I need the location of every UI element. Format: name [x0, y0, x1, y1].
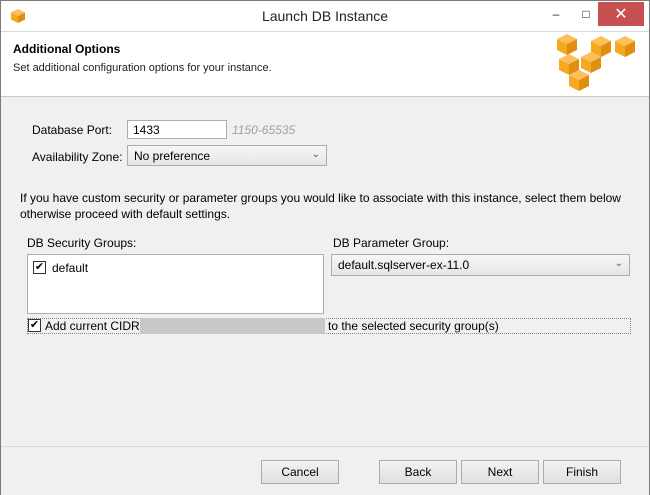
title-bar: Launch DB Instance – □ ✕: [1, 1, 649, 31]
add-cidr-checkbox[interactable]: ✔: [28, 319, 41, 332]
page-title: Additional Options: [13, 42, 121, 56]
add-cidr-suffix-label: to the selected security group(s): [328, 319, 499, 333]
add-cidr-label: Add current CIDR: [45, 319, 140, 333]
cancel-button[interactable]: Cancel: [261, 460, 339, 484]
aws-boxes-logo-icon: [557, 34, 635, 91]
back-button[interactable]: Back: [379, 460, 457, 484]
info-text-line1: If you have custom security or parameter…: [20, 191, 621, 205]
launch-db-instance-dialog: Launch DB Instance – □ ✕ Additional Opti…: [0, 0, 650, 495]
cidr-value-redacted: [140, 318, 325, 334]
finish-button[interactable]: Finish: [543, 460, 621, 484]
maximize-button[interactable]: □: [571, 1, 601, 27]
db-security-groups-label: DB Security Groups:: [27, 236, 137, 250]
parameter-group-value: default.sqlserver-ex-11.0: [338, 258, 470, 272]
db-security-groups-list[interactable]: ✔ default: [27, 254, 324, 314]
next-button[interactable]: Next: [461, 460, 539, 484]
database-port-label: Database Port:: [32, 123, 113, 137]
security-group-label: default: [52, 261, 89, 275]
availability-zone-value: No preference: [134, 149, 211, 163]
page-subtitle: Set additional configuration options for…: [13, 62, 272, 74]
wizard-header: Additional Options Set additional config…: [1, 31, 649, 97]
minimize-button[interactable]: –: [541, 1, 571, 27]
security-group-checkbox[interactable]: ✔: [33, 261, 46, 274]
wizard-footer: Cancel Back Next Finish: [1, 446, 649, 495]
info-text-line2: otherwise proceed with default settings.: [20, 207, 231, 221]
database-port-input[interactable]: 1433: [127, 120, 227, 139]
availability-zone-label: Availability Zone:: [32, 150, 123, 164]
close-button[interactable]: ✕: [598, 2, 644, 26]
port-range-hint: 1150-65535: [232, 123, 296, 137]
list-item[interactable]: ✔ default: [33, 260, 313, 276]
db-parameter-group-label: DB Parameter Group:: [333, 236, 450, 250]
db-parameter-group-dropdown[interactable]: default.sqlserver-ex-11.0 ⌄: [331, 254, 630, 276]
chevron-down-icon: ⌄: [614, 258, 623, 269]
availability-zone-dropdown[interactable]: No preference ⌄: [127, 145, 327, 166]
chevron-down-icon: ⌄: [311, 149, 320, 160]
